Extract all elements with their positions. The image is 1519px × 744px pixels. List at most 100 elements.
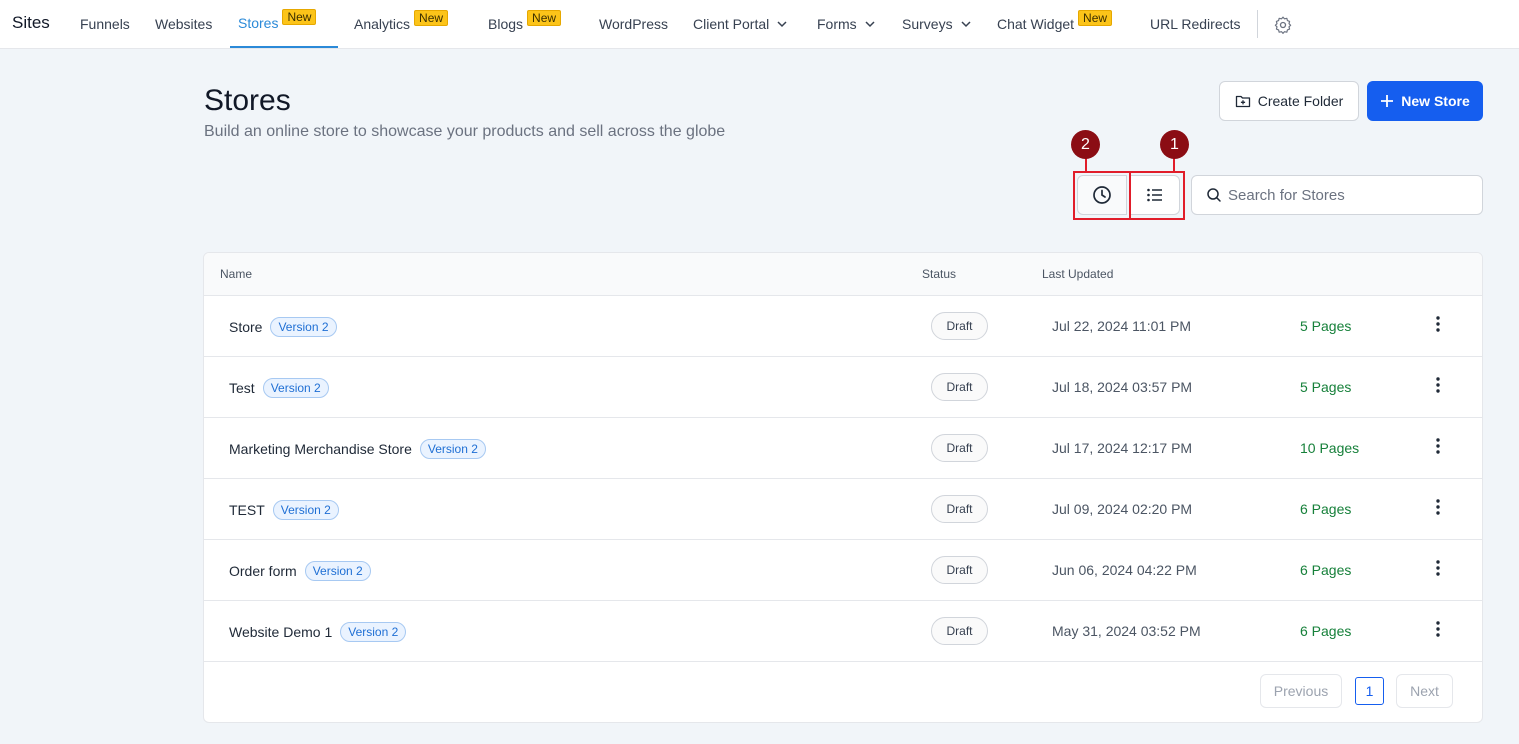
table-row[interactable]: Order form Version 2 Draft Jun 06, 2024 … [204, 540, 1482, 601]
store-name: TEST [229, 502, 265, 518]
chevron-down-icon [961, 21, 971, 28]
last-updated: Jul 09, 2024 02:20 PM [1052, 501, 1193, 517]
nav-item-label: Client Portal [693, 16, 770, 32]
version-badge: Version 2 [340, 622, 407, 642]
version-badge: Version 2 [304, 561, 371, 581]
annotation-connector-1 [1173, 157, 1175, 172]
nav-item-label: WordPress [599, 16, 668, 32]
more-options-icon[interactable] [1429, 559, 1447, 577]
nav-item-blogs[interactable]: Blogs New [488, 0, 562, 48]
pages-count[interactable]: 6 Pages [1300, 501, 1351, 517]
create-folder-label: Create Folder [1257, 93, 1344, 109]
version-badge: Version 2 [272, 500, 339, 520]
pages-count[interactable]: 6 Pages [1300, 562, 1351, 578]
page-number-button[interactable]: 1 [1355, 677, 1384, 705]
column-header-status: Status [922, 267, 957, 281]
last-updated: May 31, 2024 03:52 PM [1052, 623, 1201, 639]
status-badge: Draft [931, 556, 988, 584]
more-options-icon[interactable] [1429, 376, 1447, 394]
search-box[interactable] [1191, 175, 1483, 215]
table-row[interactable]: Store Version 2 Draft Jul 22, 2024 11:01… [204, 296, 1482, 357]
column-header-last-updated: Last Updated [1042, 267, 1114, 281]
folder-plus-icon [1235, 95, 1250, 108]
pages-count[interactable]: 6 Pages [1300, 623, 1351, 639]
table-row[interactable]: TEST Version 2 Draft Jul 09, 2024 02:20 … [204, 479, 1482, 540]
store-name: Store [229, 319, 263, 335]
status-badge: Draft [931, 312, 988, 340]
nav-item-analytics[interactable]: Analytics New [354, 0, 449, 48]
annotation-box-2 [1073, 171, 1131, 220]
pages-count[interactable]: 5 Pages [1300, 379, 1351, 395]
nav-item-surveys[interactable]: Surveys [902, 0, 972, 48]
nav-item-websites[interactable]: Websites [155, 0, 212, 48]
search-icon [1207, 188, 1221, 202]
nav-item-label: Analytics [354, 16, 411, 32]
nav-item-label: Surveys [902, 16, 953, 32]
store-name: Test [229, 380, 255, 396]
top-nav: Sites Funnels Websites Stores New Analyti… [0, 0, 1519, 49]
nav-item-stores[interactable]: Stores New [230, 0, 338, 48]
store-name: Order form [229, 563, 297, 579]
new-badge: New [414, 10, 449, 26]
annotation-box-1 [1129, 171, 1185, 220]
store-name-cell[interactable]: Order form Version 2 [229, 561, 371, 581]
store-name-cell[interactable]: Website Demo 1 Version 2 [229, 622, 407, 642]
create-folder-button[interactable]: Create Folder [1219, 81, 1359, 121]
nav-item-forms[interactable]: Forms [817, 0, 876, 48]
new-store-label: New Store [1401, 93, 1470, 109]
nav-divider [1257, 10, 1258, 38]
pages-count[interactable]: 10 Pages [1300, 440, 1359, 456]
nav-item-label: Stores [238, 15, 279, 31]
chevron-down-icon [777, 21, 787, 28]
nav-item-label: Forms [817, 16, 857, 32]
new-badge: New [527, 10, 562, 26]
stores-table: Name Status Last Updated Store Version 2… [203, 252, 1483, 723]
page-title: Stores [204, 84, 291, 117]
nav-item-wordpress[interactable]: WordPress [599, 0, 668, 48]
more-options-icon[interactable] [1429, 620, 1447, 638]
table-row[interactable]: Marketing Merchandise Store Version 2 Dr… [204, 418, 1482, 479]
more-options-icon[interactable] [1429, 437, 1447, 455]
annotation-marker-1: 1 [1160, 130, 1189, 159]
version-badge: Version 2 [262, 378, 329, 398]
pages-count[interactable]: 5 Pages [1300, 318, 1351, 334]
more-options-icon[interactable] [1429, 315, 1447, 333]
nav-item-label: Funnels [80, 16, 130, 32]
nav-item-label: Websites [155, 16, 213, 32]
chevron-down-icon [865, 21, 875, 28]
status-badge: Draft [931, 495, 988, 523]
status-badge: Draft [931, 617, 988, 645]
version-badge: Version 2 [419, 439, 486, 459]
annotation-marker-2: 2 [1071, 130, 1100, 159]
brand-title: Sites [12, 13, 50, 32]
store-name: Marketing Merchandise Store [229, 441, 412, 457]
version-badge: Version 2 [270, 317, 337, 337]
table-header: Name Status Last Updated [204, 253, 1482, 296]
nav-item-client-portal[interactable]: Client Portal [693, 0, 788, 48]
more-options-icon[interactable] [1429, 498, 1447, 516]
previous-page-button[interactable]: Previous [1260, 674, 1342, 708]
table-row[interactable]: Test Version 2 Draft Jul 18, 2024 03:57 … [204, 357, 1482, 418]
nav-item-funnels[interactable]: Funnels [80, 0, 130, 48]
annotation-connector-2 [1085, 157, 1087, 172]
store-name-cell[interactable]: Marketing Merchandise Store Version 2 [229, 439, 486, 459]
gear-icon[interactable] [1273, 15, 1293, 35]
store-name-cell[interactable]: Test Version 2 [229, 378, 329, 398]
status-badge: Draft [931, 434, 988, 462]
store-name-cell[interactable]: TEST Version 2 [229, 500, 339, 520]
store-name-cell[interactable]: Store Version 2 [229, 317, 337, 337]
search-input[interactable] [1228, 186, 1468, 204]
last-updated: Jul 17, 2024 12:17 PM [1052, 440, 1193, 456]
last-updated: Jul 18, 2024 03:57 PM [1052, 379, 1193, 395]
column-header-name: Name [220, 267, 253, 281]
nav-item-url-redirects[interactable]: URL Redirects [1150, 0, 1241, 48]
nav-item-label: URL Redirects [1150, 16, 1241, 32]
new-store-button[interactable]: New Store [1367, 81, 1483, 121]
new-badge: New [282, 9, 317, 25]
last-updated: Jul 22, 2024 11:01 PM [1052, 318, 1192, 334]
status-badge: Draft [931, 373, 988, 401]
next-page-button[interactable]: Next [1396, 674, 1453, 708]
nav-item-chat-widget[interactable]: Chat Widget New [997, 0, 1113, 48]
new-badge: New [1078, 10, 1113, 26]
table-row[interactable]: Website Demo 1 Version 2 Draft May 31, 2… [204, 601, 1482, 662]
